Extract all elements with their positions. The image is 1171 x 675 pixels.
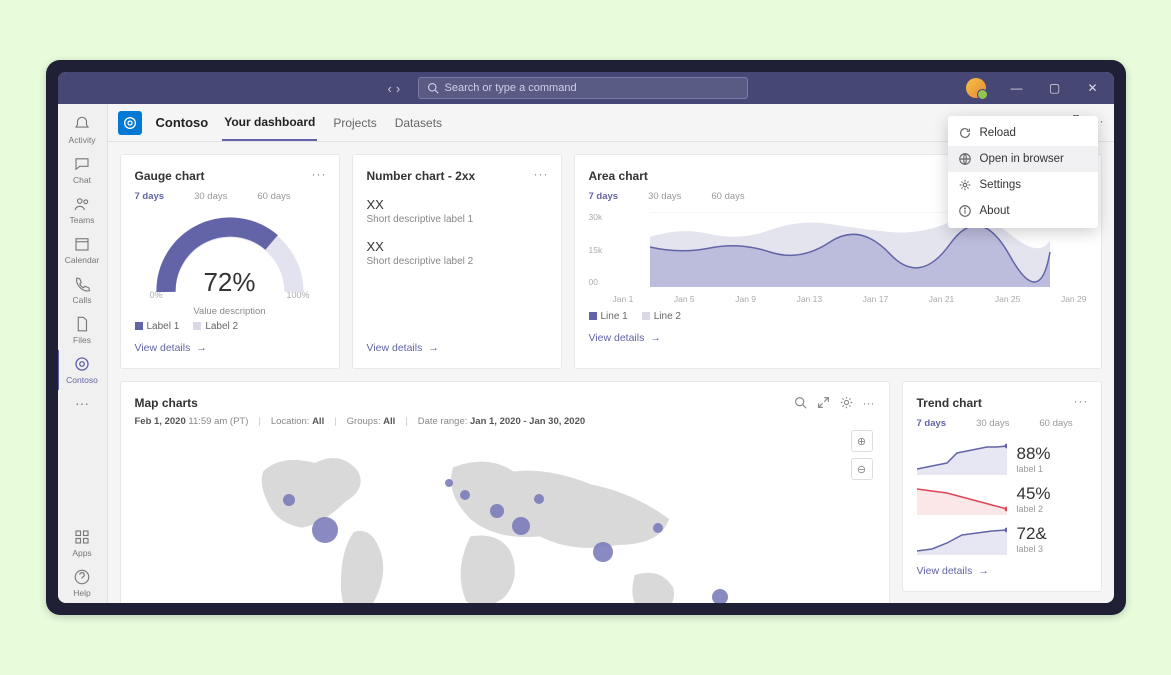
- window-minimize[interactable]: —: [1000, 76, 1034, 100]
- info-icon: [958, 204, 972, 218]
- nav-back-icon[interactable]: ‹: [388, 81, 392, 96]
- card-gauge: Gauge chart ··· 7 days 30 days 60 days 7…: [120, 154, 340, 369]
- view-details-link[interactable]: View details→: [589, 332, 1087, 344]
- card-more-icon[interactable]: ···: [1074, 394, 1089, 408]
- card-title: Trend chart: [917, 396, 1087, 410]
- menu-about[interactable]: About: [948, 198, 1098, 224]
- app-name: Contoso: [156, 115, 209, 130]
- card-title: Gauge chart: [135, 169, 325, 183]
- rail-contoso[interactable]: Contoso: [58, 350, 106, 390]
- rail-calls[interactable]: Calls: [58, 270, 107, 310]
- number-item: XX Short descriptive label 1: [367, 197, 547, 225]
- titlebar: ‹ › Search or type a command — ▢ ✕: [58, 72, 1114, 104]
- range-60days[interactable]: 60 days: [257, 191, 290, 202]
- arrow-right-icon: →: [650, 332, 661, 344]
- menu-open-in-browser[interactable]: Open in browser: [948, 146, 1098, 172]
- card-title: Number chart - 2xx: [367, 169, 547, 183]
- card-more-icon[interactable]: ···: [534, 167, 549, 181]
- map-search-icon[interactable]: [794, 396, 807, 412]
- window-close[interactable]: ✕: [1076, 76, 1110, 100]
- range-7days[interactable]: 7 days: [917, 418, 947, 429]
- sparkline: 88%label 1: [917, 443, 1087, 475]
- app-rail: Activity Chat Teams Calendar Calls Files…: [58, 104, 108, 603]
- arrow-right-icon: →: [978, 565, 989, 577]
- context-menu: Reload Open in browser Settings About: [948, 116, 1098, 228]
- arrow-right-icon: →: [196, 342, 207, 354]
- window-maximize[interactable]: ▢: [1038, 76, 1072, 100]
- menu-reload[interactable]: Reload: [948, 120, 1098, 146]
- gauge-value: 72%: [150, 267, 310, 298]
- view-details-link[interactable]: View details→: [917, 565, 1087, 577]
- sparkline: 45%label 2: [917, 483, 1087, 515]
- reload-icon: [958, 126, 972, 140]
- globe-icon: [958, 152, 972, 166]
- range-7days[interactable]: 7 days: [135, 191, 165, 202]
- view-details-link[interactable]: View details→: [367, 342, 547, 354]
- number-item: XX Short descriptive label 2: [367, 239, 547, 267]
- card-number: Number chart - 2xx ··· XX Short descript…: [352, 154, 562, 369]
- tab-projects[interactable]: Projects: [331, 106, 378, 140]
- rail-teams[interactable]: Teams: [58, 190, 107, 230]
- map-metadata: Feb 1, 2020 11:59 am (PT)| Location: All…: [135, 416, 875, 427]
- gear-icon[interactable]: [840, 396, 853, 412]
- range-30days[interactable]: 30 days: [976, 418, 1009, 429]
- range-30days[interactable]: 30 days: [194, 191, 227, 202]
- range-60days[interactable]: 60 days: [711, 191, 744, 202]
- rail-apps[interactable]: Apps: [58, 523, 107, 563]
- tab-datasets[interactable]: Datasets: [393, 106, 444, 140]
- range-tabs: 7 days 30 days 60 days: [135, 191, 325, 202]
- sparkline: 72&label 3: [917, 523, 1087, 555]
- range-7days[interactable]: 7 days: [589, 191, 619, 202]
- rail-help[interactable]: Help: [58, 563, 107, 603]
- search-icon: [427, 82, 439, 94]
- gear-icon: [958, 178, 972, 192]
- rail-calendar[interactable]: Calendar: [58, 230, 107, 270]
- card-trend: Trend chart ··· 7 days 30 days 60 days 8…: [902, 381, 1102, 592]
- search-input[interactable]: Search or type a command: [418, 77, 748, 99]
- gauge-desc: Value description: [193, 306, 265, 317]
- rail-activity[interactable]: Activity: [58, 110, 107, 150]
- rail-files[interactable]: Files: [58, 310, 107, 350]
- rail-chat[interactable]: Chat: [58, 150, 107, 190]
- card-more-icon[interactable]: ···: [312, 167, 327, 181]
- world-map[interactable]: [135, 437, 875, 603]
- card-more-icon[interactable]: ···: [863, 396, 875, 412]
- nav-forward-icon[interactable]: ›: [396, 81, 400, 96]
- app-logo-icon: [118, 111, 142, 135]
- avatar[interactable]: [966, 78, 986, 98]
- expand-icon[interactable]: [817, 396, 830, 412]
- range-60days[interactable]: 60 days: [1039, 418, 1072, 429]
- arrow-right-icon: →: [428, 342, 439, 354]
- card-title: Map charts: [135, 396, 198, 410]
- gauge-chart: 72%: [150, 212, 310, 292]
- range-30days[interactable]: 30 days: [648, 191, 681, 202]
- view-details-link[interactable]: View details→: [135, 342, 325, 354]
- menu-settings[interactable]: Settings: [948, 172, 1098, 198]
- card-map: Map charts ··· Feb 1, 2020 11:59 am (PT)…: [120, 381, 890, 603]
- rail-more[interactable]: ···: [58, 390, 107, 416]
- tab-your-dashboard[interactable]: Your dashboard: [222, 105, 317, 141]
- search-placeholder: Search or type a command: [445, 82, 577, 94]
